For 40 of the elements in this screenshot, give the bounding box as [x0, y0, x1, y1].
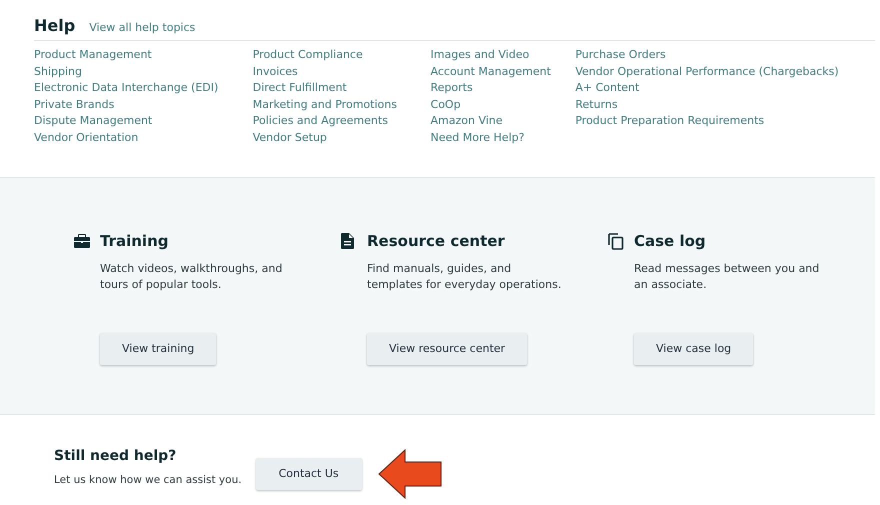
help-topic-link[interactable]: Invoices [252, 64, 431, 80]
help-topic-link[interactable]: Reports [430, 80, 576, 97]
section-title: Help [34, 15, 76, 37]
help-topic-link[interactable]: Direct Fulfillment [252, 80, 431, 97]
contact-button[interactable]: Contact Us [256, 458, 362, 490]
card-button[interactable]: View case log [634, 332, 754, 365]
card-button[interactable]: View training [100, 332, 216, 365]
help-topic-link[interactable]: A+ Content [575, 80, 875, 97]
help-topic-link[interactable]: Vendor Operational Performance (Chargebacks) [575, 64, 875, 80]
card-description: Watch videos, walkthroughs, and tours of popular tools. [100, 260, 284, 294]
help-topic-link[interactable]: Account Management [430, 64, 576, 80]
card-button[interactable]: View resource center [367, 332, 528, 365]
help-topic-link[interactable]: Vendor Setup [252, 130, 431, 147]
contact-title: Still need help? [54, 446, 178, 466]
contact-text: Let us know how we can assist you. [54, 472, 242, 488]
briefcase-icon [74, 234, 92, 248]
help-topic-link[interactable]: Returns [575, 96, 875, 114]
copy-icon [608, 232, 626, 250]
help-topic-link[interactable]: Amazon Vine [430, 113, 576, 130]
help-topic-link[interactable]: Dispute Management [34, 113, 253, 130]
help-topic-link[interactable]: Product Preparation Requirements [575, 113, 875, 130]
help-topic-link[interactable]: Product Compliance [252, 47, 431, 64]
help-topic-link[interactable]: Images and Video [430, 47, 576, 64]
arrow-icon [378, 449, 442, 499]
card-title: Case log [634, 231, 706, 252]
card-description: Read messages between you and an associate. [634, 260, 820, 294]
help-topic-link[interactable]: Marketing and Promotions [252, 96, 431, 114]
help-topic-link[interactable]: Vendor Orientation [34, 130, 253, 147]
card-description: Find manuals, guides, and templates for everyday operations. [367, 260, 562, 294]
help-topic-link[interactable]: CoOp [430, 96, 576, 114]
help-topic-link[interactable]: Private Brands [34, 96, 253, 114]
view-all-link[interactable]: View all help topics [89, 20, 196, 36]
help-topic-link[interactable]: Policies and Agreements [252, 113, 431, 130]
card-title: Resource center [367, 231, 505, 252]
help-topic-link[interactable]: Need More Help? [430, 130, 576, 147]
help-topic-link[interactable]: Purchase Orders [575, 47, 875, 64]
help-topic-link[interactable]: Shipping [34, 64, 253, 80]
help-topic-link[interactable]: Electronic Data Interchange (EDI) [34, 80, 253, 97]
help-topic-link[interactable]: Product Management [34, 47, 253, 64]
card-title: Training [100, 231, 168, 252]
